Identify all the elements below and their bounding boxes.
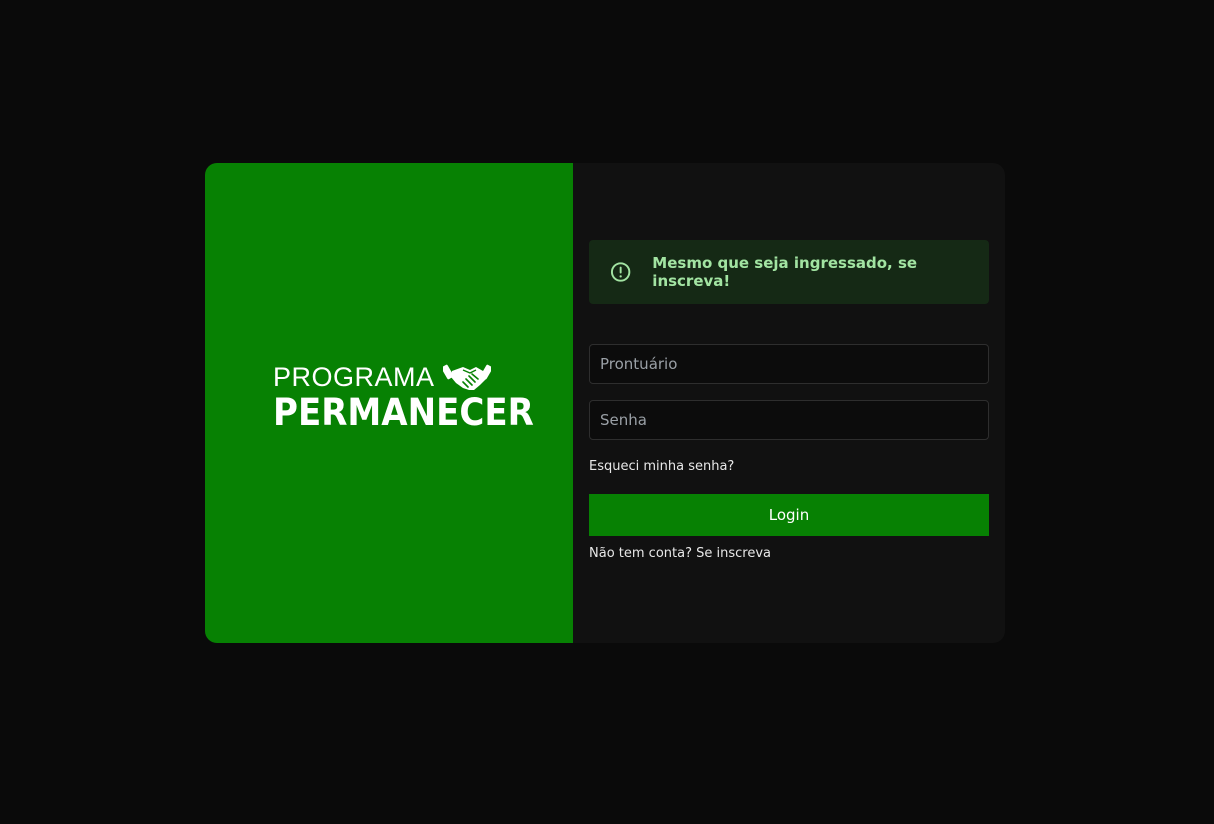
logo-line2: PERMANECER bbox=[273, 391, 534, 434]
brand-panel: PROGRAMA PERMANECER bbox=[205, 163, 573, 643]
logo-line1: PROGRAMA bbox=[273, 362, 435, 392]
logo-top-row: PROGRAMA bbox=[273, 361, 513, 393]
exclamation-circle-icon bbox=[610, 262, 631, 282]
signup-link[interactable]: Não tem conta? Se inscreva bbox=[589, 546, 771, 561]
program-logo: PROGRAMA PERMANECER bbox=[273, 361, 534, 441]
alert-message: Mesmo que seja ingressado, se inscreva! bbox=[652, 254, 918, 290]
username-field[interactable] bbox=[589, 344, 989, 384]
password-field[interactable] bbox=[589, 400, 989, 440]
login-card: PROGRAMA PERMANECER Mesmo que seja ingre… bbox=[205, 163, 1005, 643]
handshake-icon bbox=[442, 364, 491, 390]
info-alert: Mesmo que seja ingressado, se inscreva! bbox=[589, 240, 989, 304]
login-form-panel: Mesmo que seja ingressado, se inscreva! … bbox=[573, 163, 1005, 643]
login-button[interactable]: Login bbox=[589, 494, 989, 536]
forgot-password-link[interactable]: Esqueci minha senha? bbox=[589, 459, 734, 474]
